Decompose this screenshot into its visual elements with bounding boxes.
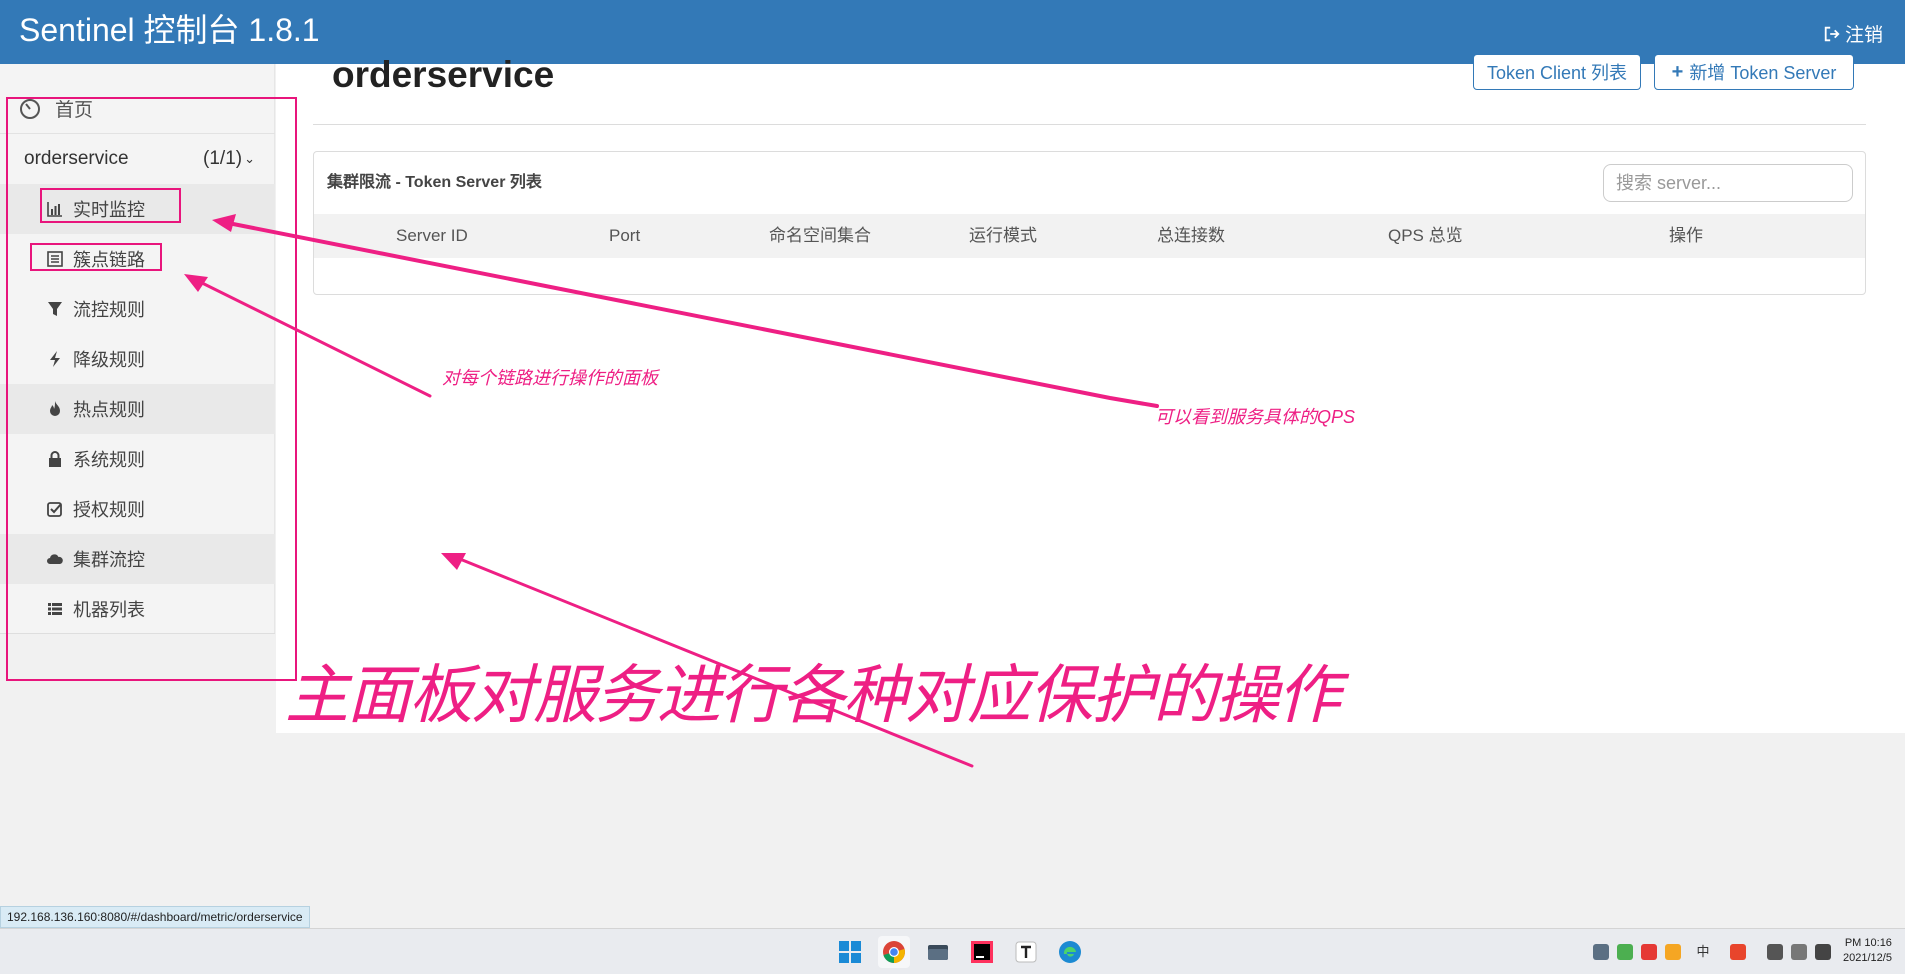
annotation-main-panel: 主面板对服务进行各种对应保护的操作 — [285, 659, 1341, 731]
sign-out-icon — [1824, 26, 1840, 41]
column-header-qps-overview[interactable]: QPS 总览 — [1388, 214, 1463, 258]
annotation-qps-note: 可以看到服务具体的QPS — [1155, 407, 1356, 427]
header-divider — [313, 124, 1866, 125]
wps-icon[interactable] — [1730, 944, 1746, 960]
app-title[interactable]: Sentinel 控制台 1.8.1 — [19, 10, 320, 50]
annotation-sidebar-box — [6, 97, 297, 681]
player-icon[interactable] — [1617, 944, 1633, 960]
column-header-total-connections[interactable]: 总连接数 — [1157, 214, 1225, 258]
table-header: Server ID Port 命名空间集合 运行模式 总连接数 QPS 总览 操… — [314, 214, 1865, 258]
annotation-chain-box — [30, 243, 162, 271]
token-server-panel: 集群限流 - Token Server 列表 Server ID Port 命名… — [313, 151, 1866, 295]
token-client-list-button[interactable]: Token Client 列表 — [1473, 54, 1641, 90]
display-icon[interactable] — [1767, 944, 1783, 960]
plus-icon: + — [1671, 60, 1684, 83]
column-header-port[interactable]: Port — [609, 214, 640, 258]
add-token-server-label: 新增 Token Server — [1689, 63, 1837, 83]
chrome-icon[interactable] — [878, 936, 910, 968]
ime-icon[interactable]: 中 — [1695, 944, 1711, 960]
column-header-actions[interactable]: 操作 — [1669, 214, 1703, 258]
taskbar: 中 PM 10:16 2021/12/5 — [0, 928, 1905, 974]
edge-icon[interactable] — [1054, 936, 1086, 968]
status-url-bar: 192.168.136.160:8080/#/dashboard/metric/… — [0, 906, 310, 928]
volume-icon[interactable] — [1791, 944, 1807, 960]
column-header-server-id[interactable]: Server ID — [396, 214, 468, 258]
clock-time: PM 10:16 — [1844, 937, 1892, 949]
main-content: orderservice Token Client 列表 + 新增 Token … — [276, 54, 1905, 733]
column-header-namespace-set[interactable]: 命名空间集合 — [769, 214, 871, 258]
taskbar-clock[interactable]: PM 10:16 2021/12/5 — [1843, 936, 1892, 966]
logout-button[interactable]: 注销 — [1823, 20, 1883, 47]
column-header-run-mode[interactable]: 运行模式 — [969, 214, 1037, 258]
office-icon[interactable] — [1665, 944, 1681, 960]
server-search-input[interactable] — [1603, 164, 1853, 202]
annotation-chain-panel: 对每个链路进行操作的面板 — [442, 368, 658, 388]
typora-icon[interactable] — [1010, 936, 1042, 968]
intellij-icon[interactable] — [966, 936, 998, 968]
file-explorer-icon[interactable] — [922, 936, 954, 968]
page-title: orderservice — [332, 54, 555, 95]
network-icon[interactable] — [1593, 944, 1609, 960]
clock-date: 2021/12/5 — [1843, 952, 1892, 964]
windows-start-icon[interactable] — [834, 936, 866, 968]
panel-title: 集群限流 - Token Server 列表 — [327, 174, 542, 191]
annotation-monitor-box — [40, 188, 181, 223]
logout-label: 注销 — [1844, 25, 1883, 46]
add-token-server-button[interactable]: + 新增 Token Server — [1654, 54, 1854, 90]
battery-icon[interactable] — [1815, 944, 1831, 960]
netease-icon[interactable] — [1641, 944, 1657, 960]
